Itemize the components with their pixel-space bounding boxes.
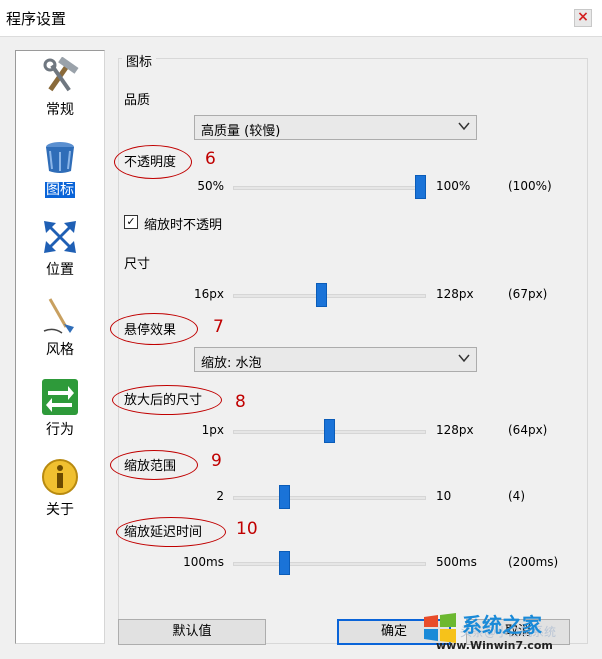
zoomed-size-slider-thumb[interactable] bbox=[324, 419, 335, 443]
opacity-current: (100%) bbox=[508, 179, 552, 193]
annotation-number-8: 8 bbox=[235, 392, 246, 412]
title-bar: 程序设置 × bbox=[0, 0, 602, 36]
opacity-track[interactable] bbox=[233, 186, 426, 190]
hover-effect-value: 缩放: 水泡 bbox=[201, 356, 262, 371]
size-slider-thumb[interactable] bbox=[315, 283, 327, 307]
annotation-number-7: 7 bbox=[213, 317, 224, 337]
zoom-range-max: 10 bbox=[436, 489, 452, 503]
zoom-delay-slider-row: 100ms 500ms (200ms) bbox=[120, 551, 580, 577]
annotation-number-9: 9 bbox=[211, 451, 222, 471]
annotation-number-10: 10 bbox=[236, 519, 258, 539]
zoom-delay-max: 500ms bbox=[436, 555, 477, 569]
sidebar-item-label: 行为 bbox=[46, 422, 74, 438]
opacity-max: 100% bbox=[436, 179, 471, 193]
zoomed-size-min: 1px bbox=[201, 423, 224, 437]
size-slider-row: 16px 128px (67px) bbox=[120, 283, 580, 309]
zoom-range-slider-row: 2 10 (4) bbox=[120, 485, 580, 511]
exchange-arrows-icon bbox=[42, 379, 78, 415]
hover-effect-dropdown[interactable]: 缩放: 水泡 bbox=[194, 347, 477, 372]
paintbrush-icon bbox=[43, 298, 74, 334]
chevron-down-icon bbox=[458, 354, 470, 363]
watermark-brand: 系统之家 bbox=[462, 613, 542, 637]
zoom-delay-current: (200ms) bbox=[508, 555, 559, 569]
defaults-button[interactable]: 默认值 bbox=[118, 619, 266, 645]
opaque-on-zoom-label: 缩放时不透明 bbox=[144, 218, 223, 233]
opacity-slider-thumb[interactable] bbox=[415, 175, 426, 199]
sidebar-item-label: 风格 bbox=[46, 342, 74, 358]
sidebar-item-label: 关于 bbox=[46, 502, 74, 518]
sidebar-item-behavior[interactable]: 行为 bbox=[16, 375, 104, 453]
zoomed-size-max: 128px bbox=[436, 423, 474, 437]
sidebar-item-label: 图标 bbox=[45, 182, 75, 198]
quality-label: 品质 bbox=[124, 93, 151, 108]
zoom-delay-min: 100ms bbox=[183, 555, 224, 569]
trash-bin-icon bbox=[46, 142, 74, 173]
sidebar-item-general[interactable]: 常规 bbox=[16, 55, 104, 133]
quality-dropdown[interactable]: 高质量 (较慢) bbox=[194, 115, 477, 140]
close-button[interactable]: × bbox=[574, 9, 592, 27]
sidebar-item-label: 常规 bbox=[46, 102, 74, 118]
annotation-ellipse-9 bbox=[110, 450, 198, 480]
sidebar: 常规 图标 位置 风格 行为 关于 bbox=[15, 50, 105, 644]
zoom-range-current: (4) bbox=[508, 489, 525, 503]
annotation-ellipse-8 bbox=[112, 385, 222, 415]
zoomed-size-slider-row: 1px 128px (64px) bbox=[120, 419, 580, 445]
annotation-ellipse-7 bbox=[110, 313, 198, 345]
zoom-range-slider-thumb[interactable] bbox=[278, 485, 290, 509]
sidebar-item-about[interactable]: 关于 bbox=[16, 455, 104, 533]
sidebar-item-icons[interactable]: 图标 bbox=[16, 135, 104, 213]
annotation-ellipse-6 bbox=[114, 145, 192, 179]
window-title: 程序设置 bbox=[6, 10, 67, 28]
annotation-number-6: 6 bbox=[205, 149, 216, 169]
size-min: 16px bbox=[194, 287, 224, 301]
annotation-ellipse-10 bbox=[116, 517, 226, 547]
quality-value: 高质量 (较慢) bbox=[201, 124, 281, 139]
cross-arrows-icon bbox=[44, 221, 76, 253]
zoom-range-min: 2 bbox=[216, 489, 224, 503]
zoom-delay-track[interactable] bbox=[233, 562, 426, 566]
tools-icon bbox=[43, 57, 79, 92]
size-label: 尺寸 bbox=[124, 257, 151, 272]
opaque-on-zoom-checkbox[interactable]: ✓ bbox=[124, 215, 138, 229]
sidebar-item-position[interactable]: 位置 bbox=[16, 215, 104, 293]
site-watermark: 头条@小白玩系统 系统之家 www.Winwin7.com bbox=[412, 607, 602, 657]
zoom-range-track[interactable] bbox=[233, 496, 426, 500]
size-track[interactable] bbox=[233, 294, 426, 298]
sidebar-item-label: 位置 bbox=[46, 262, 74, 278]
info-icon bbox=[42, 459, 78, 495]
opacity-slider-row: 50% 100% (100%) bbox=[120, 175, 580, 201]
zoomed-size-current: (64px) bbox=[508, 423, 548, 437]
chevron-down-icon bbox=[458, 122, 470, 131]
size-max: 128px bbox=[436, 287, 474, 301]
size-current: (67px) bbox=[508, 287, 548, 301]
watermark-site: www.Winwin7.com bbox=[436, 639, 553, 652]
dialog-body: 常规 图标 位置 风格 行为 关于 图标 品质 高质量 (较慢) 不透明度 50… bbox=[0, 36, 602, 659]
sidebar-item-style[interactable]: 风格 bbox=[16, 295, 104, 373]
zoom-delay-slider-thumb[interactable] bbox=[278, 551, 290, 575]
opacity-min: 50% bbox=[197, 179, 224, 193]
group-title: 图标 bbox=[122, 51, 157, 70]
